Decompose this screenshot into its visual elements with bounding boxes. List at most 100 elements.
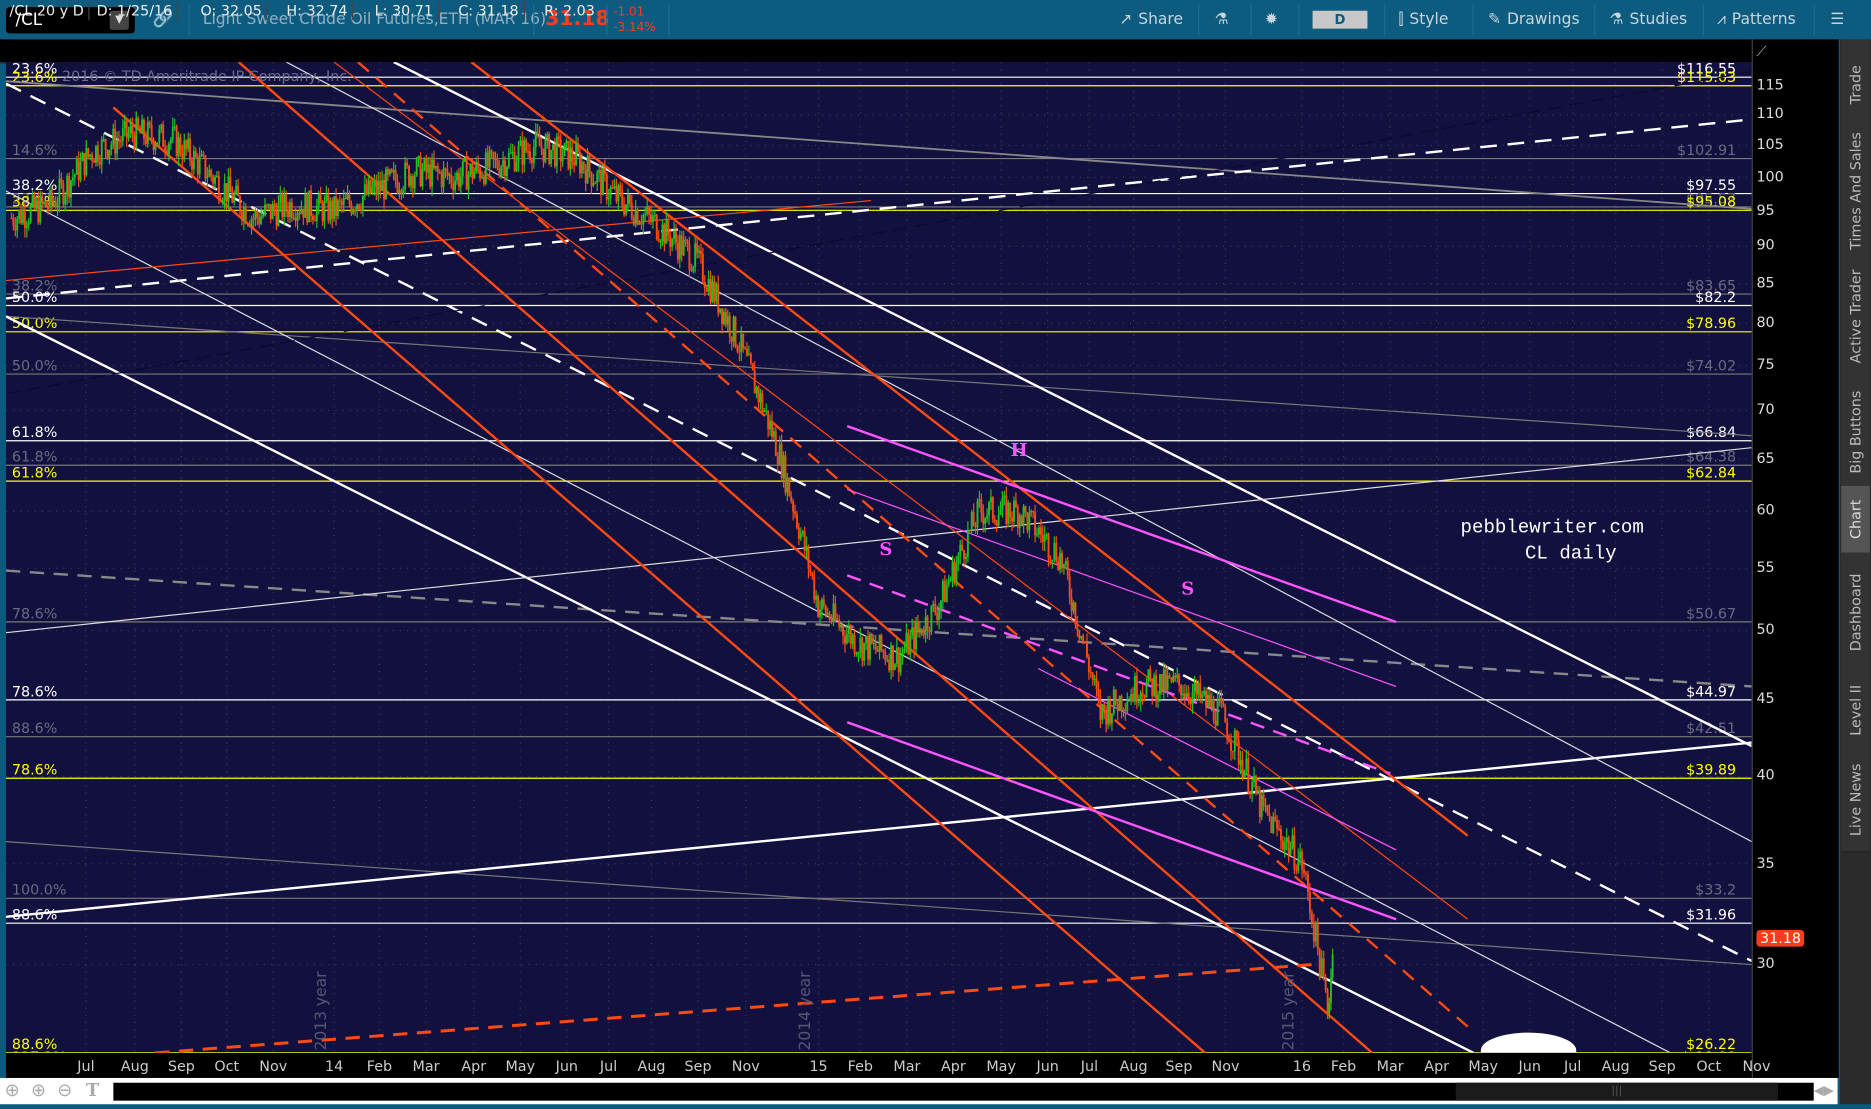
candle xyxy=(598,170,601,173)
candle xyxy=(536,131,539,137)
menu-button[interactable]: ☰ xyxy=(1830,11,1844,29)
candle xyxy=(167,143,170,154)
candle xyxy=(976,501,979,528)
year-marker: 2013 year xyxy=(312,971,331,1051)
side-tab-label: Dashboard xyxy=(1847,573,1864,652)
candle xyxy=(1030,510,1033,513)
candle xyxy=(1160,674,1163,693)
candle xyxy=(1320,958,1323,977)
candle xyxy=(79,161,82,181)
candle xyxy=(383,180,385,200)
side-tab-dashboard[interactable]: Dashboard xyxy=(1841,552,1870,674)
candle xyxy=(37,200,40,223)
candle xyxy=(281,193,284,217)
text-tool-icon[interactable]: T xyxy=(86,1079,99,1100)
candle xyxy=(1164,669,1167,690)
candle xyxy=(1212,699,1215,721)
side-tab-label: Active Trader xyxy=(1847,268,1864,363)
candle xyxy=(663,224,666,244)
candle xyxy=(820,599,823,610)
candle xyxy=(903,649,906,653)
candle xyxy=(239,196,241,213)
candle xyxy=(799,533,802,539)
side-tab-level-ii[interactable]: Level II xyxy=(1841,672,1870,750)
price-tick-label: 60 xyxy=(1756,501,1775,519)
candle xyxy=(294,217,297,221)
candle xyxy=(1055,543,1058,562)
candle xyxy=(89,154,92,157)
candle xyxy=(1064,561,1067,565)
candle xyxy=(509,152,512,154)
candle xyxy=(467,173,470,190)
candle xyxy=(1145,681,1148,698)
candle xyxy=(911,627,914,636)
candle xyxy=(613,186,616,189)
candle xyxy=(431,159,434,187)
candle xyxy=(290,202,293,219)
side-tab-times-and-sales[interactable]: Times And Sales xyxy=(1841,128,1870,255)
candle xyxy=(1174,675,1177,678)
candle xyxy=(223,183,226,201)
candle xyxy=(283,194,286,217)
scroll-arrows-icon[interactable]: ◀▶ xyxy=(1814,1083,1834,1099)
candle xyxy=(552,144,555,150)
candle xyxy=(490,150,493,153)
candle xyxy=(1289,847,1292,855)
candle xyxy=(767,410,770,430)
candle xyxy=(1022,506,1025,525)
candle xyxy=(43,201,46,204)
date-tick-label: Oct xyxy=(1696,1057,1722,1075)
candle xyxy=(150,125,153,139)
fib-level-percent: 14.6% xyxy=(12,143,57,159)
candle xyxy=(978,499,981,502)
candle xyxy=(212,176,215,184)
candle xyxy=(183,140,186,160)
candle xyxy=(880,634,883,651)
scrollbar-thumb[interactable]: ||| xyxy=(1455,1082,1778,1101)
candle xyxy=(440,172,443,188)
candle xyxy=(381,180,384,192)
candle xyxy=(1126,701,1129,712)
candle xyxy=(158,129,161,143)
candle xyxy=(252,218,255,220)
copyright-text: 2016 © TD Ameritrade IP Company, Inc. xyxy=(62,68,352,85)
scale-toggle-icon[interactable]: ⟋ xyxy=(1756,43,1766,61)
candle xyxy=(1312,922,1315,942)
candle xyxy=(999,510,1002,516)
candle xyxy=(402,188,405,194)
candle xyxy=(1018,515,1021,528)
candle xyxy=(690,269,693,272)
candle xyxy=(788,477,791,497)
candle xyxy=(1239,760,1242,765)
candle xyxy=(673,231,675,239)
date-tick-label: May xyxy=(1468,1057,1499,1075)
candle xyxy=(35,200,38,209)
zoom-in-icon[interactable]: ⊕ xyxy=(31,1079,46,1100)
date-tick-label: Feb xyxy=(366,1057,393,1075)
candle xyxy=(360,208,362,211)
candle xyxy=(895,647,898,665)
date-tick-label: May xyxy=(986,1057,1016,1075)
candle xyxy=(659,241,662,243)
side-tab-live-news[interactable]: Live News xyxy=(1841,748,1870,853)
candle xyxy=(459,176,462,187)
side-tab-big-buttons[interactable]: Big Buttons xyxy=(1841,378,1870,488)
candle xyxy=(588,155,591,172)
candle xyxy=(221,200,224,202)
side-tab-active-trader[interactable]: Active Trader xyxy=(1841,253,1870,380)
candle xyxy=(890,645,893,671)
candle xyxy=(473,171,476,179)
candle xyxy=(329,200,332,221)
candle xyxy=(160,124,163,130)
crosshair-icon[interactable]: ⊕ xyxy=(5,1079,20,1100)
candle xyxy=(492,152,495,160)
candle xyxy=(279,193,282,203)
side-tab-trade[interactable]: Trade xyxy=(1841,39,1870,131)
side-tab-chart[interactable]: Chart xyxy=(1841,485,1870,554)
candle xyxy=(1097,688,1100,697)
candle xyxy=(269,204,272,219)
candle xyxy=(797,527,800,539)
zoom-out-icon[interactable]: ⊖ xyxy=(57,1079,72,1100)
candle xyxy=(60,178,63,184)
candle xyxy=(390,169,393,173)
